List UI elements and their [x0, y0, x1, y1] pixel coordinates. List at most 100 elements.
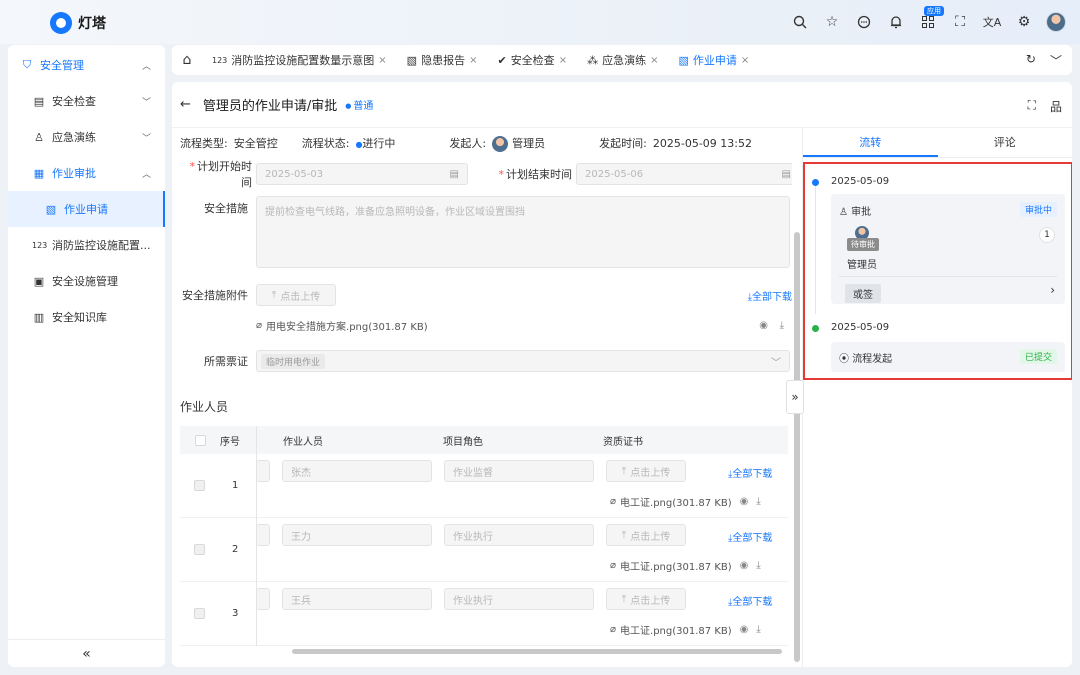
timeline-dot	[812, 179, 819, 186]
person-field[interactable]: 王兵	[282, 588, 432, 610]
back-arrow-icon[interactable]: ←	[180, 97, 191, 112]
workers-table: 序号 作业人员 项目角色 资质证书 1 张杰 作业监督 ⤒ 点击上传 ⤓全部下载 ⌀ 电工证.…	[180, 426, 788, 646]
tab-hazard-report[interactable]: ▧ 隐患报告 ×	[397, 45, 488, 75]
cert-upload-button[interactable]: ⤒ 点击上传	[606, 588, 686, 610]
person-field[interactable]: 王力	[282, 524, 432, 546]
expand-panel-button[interactable]: »	[786, 380, 804, 414]
preview-eye-icon[interactable]: ◉	[740, 560, 749, 571]
column-header-cert: 资质证书	[603, 436, 643, 448]
download-all-link[interactable]: ⤓全部下载	[728, 593, 772, 608]
ticket-label: 所需票证	[204, 355, 248, 368]
settings-gear-icon[interactable]: ⚙	[1014, 12, 1034, 32]
upload-button[interactable]: ⤒ 点击上传	[256, 284, 336, 306]
sidebar-item-work-approval[interactable]: ▦ 作业审批 ︿	[8, 155, 165, 191]
workers-section-title: 作业人员	[180, 400, 229, 414]
sidebar-item-fire-monitoring[interactable]: 123 消防监控设施配置...	[8, 227, 165, 263]
row-checkbox[interactable]	[194, 544, 205, 555]
select-all-checkbox[interactable]	[194, 434, 206, 446]
fullscreen-icon[interactable]: ⛶	[1028, 98, 1036, 115]
role-field[interactable]: 作业执行	[444, 588, 594, 610]
timeline-dot	[812, 325, 819, 332]
cert-file[interactable]: ⌀ 电工证.png(301.87 KB) ◉ ⤓	[610, 494, 761, 509]
tab-work-application[interactable]: ▧ 作业申请 ×	[668, 45, 759, 75]
initiate-node-card[interactable]: ⦿ 流程发起 已提交	[831, 342, 1065, 372]
timeline-date: 2025-05-09	[831, 176, 890, 187]
play-circle-icon: ⦿	[839, 354, 849, 365]
tab-comments[interactable]: 评论	[938, 128, 1073, 157]
sidebar-item-label: 安全检查	[52, 95, 96, 108]
preview-eye-icon[interactable]: ◉	[740, 496, 749, 507]
message-icon[interactable]	[854, 12, 874, 32]
download-icon[interactable]: ⤓	[780, 320, 784, 331]
translate-icon[interactable]: 文A	[982, 12, 1002, 32]
star-icon[interactable]: ☆	[822, 12, 842, 32]
sidebar-item-safety-check[interactable]: ▤ 安全检查 ﹀	[8, 83, 165, 119]
close-icon[interactable]: ×	[469, 55, 477, 66]
plan-end-field[interactable]: 2025-05-06 ▤	[576, 163, 792, 185]
download-all-link[interactable]: ⤓全部下载	[728, 529, 772, 544]
plan-start-field[interactable]: 2025-05-03 ▤	[256, 163, 468, 185]
tab-flow[interactable]: 流转	[803, 128, 938, 157]
download-icon[interactable]: ⤓	[756, 560, 760, 571]
table-header: 序号 作业人员 项目角色 资质证书	[180, 426, 788, 454]
person-field[interactable]: 张杰	[282, 460, 432, 482]
measures-textarea[interactable]: 提前检查电气线路，准备应急照明设备，作业区域设置围挡	[256, 196, 790, 268]
sidebar-item-emergency-drill[interactable]: ♙ 应急演练 ﹀	[8, 119, 165, 155]
sidebar-item-label: 安全设施管理	[52, 275, 118, 288]
app-logo[interactable]: 灯塔	[50, 12, 106, 34]
start-time-value: 2025-05-09 13:52	[652, 137, 752, 150]
close-icon[interactable]: ×	[378, 55, 386, 66]
ticket-select[interactable]: 临时用电作业 ﹀	[256, 350, 790, 372]
close-icon[interactable]: ×	[559, 55, 567, 66]
preview-eye-icon[interactable]: ◉	[759, 320, 768, 331]
cert-upload-button[interactable]: ⤒ 点击上传	[606, 524, 686, 546]
row-checkbox[interactable]	[194, 608, 205, 619]
sidebar-item-work-application[interactable]: ▧ 作业申请	[8, 191, 165, 227]
chevron-down-icon[interactable]: ﹀	[1050, 52, 1062, 69]
sidebar-collapse-button[interactable]: «	[8, 639, 165, 667]
flowchart-icon[interactable]: 品	[1050, 98, 1062, 115]
close-icon[interactable]: ×	[650, 55, 658, 66]
refresh-icon[interactable]: ↻	[1026, 52, 1036, 69]
approval-node-card[interactable]: ♙ 审批 审批中 待审批 1 管理员 或签 ›	[831, 194, 1065, 304]
tab-safety-check[interactable]: ✔ 安全检查 ×	[487, 45, 577, 75]
user-avatar[interactable]	[1046, 12, 1066, 32]
initiator-label: 发起人:	[449, 136, 487, 150]
initiator-value: 管理员	[512, 136, 546, 150]
home-icon[interactable]: ⌂	[172, 52, 202, 68]
sidebar-item-facility-management[interactable]: ▣ 安全设施管理	[8, 263, 165, 299]
top-bar: 灯塔 ☆ 应用 ⛶ 文A ⚙	[0, 0, 1080, 44]
fullscreen-icon[interactable]: ⛶	[950, 12, 970, 32]
flow-status-value: 进行中	[362, 137, 396, 150]
search-icon[interactable]	[790, 12, 810, 32]
download-icon[interactable]: ⤓	[756, 624, 760, 635]
download-all-link[interactable]: ⤓全部下载	[728, 465, 772, 480]
sidebar-item-knowledge-base[interactable]: ▥ 安全知识库	[8, 299, 165, 335]
vertical-scrollbar[interactable]	[794, 232, 800, 662]
download-all-link[interactable]: ⤓全部下载	[748, 288, 792, 303]
role-field[interactable]: 作业监督	[444, 460, 594, 482]
calendar-icon: ▤	[33, 94, 45, 108]
tab-fire-monitoring[interactable]: 123 消防监控设施配置数量示意图 ×	[202, 45, 397, 75]
horizontal-scrollbar[interactable]	[292, 649, 782, 654]
apps-icon[interactable]: 应用	[918, 6, 944, 32]
sidebar-item-safety-management[interactable]: ⛉ 安全管理 ︿	[8, 47, 165, 83]
preview-eye-icon[interactable]: ◉	[740, 624, 749, 635]
tab-emergency-drill[interactable]: ⁂ 应急演练 ×	[577, 45, 668, 75]
bell-icon[interactable]	[886, 12, 906, 32]
attachment-file[interactable]: ⌀ 用电安全措施方案.png(301.87 KB)	[256, 318, 428, 333]
cert-file[interactable]: ⌀ 电工证.png(301.87 KB) ◉ ⤓	[610, 622, 761, 637]
chevron-right-icon[interactable]: ›	[1050, 283, 1055, 297]
row-index: 2	[232, 544, 239, 555]
paperclip-icon: ⌀	[610, 624, 617, 635]
page-title: 管理员的作业申请/审批	[202, 99, 338, 114]
calendar-icon: ▤	[781, 168, 791, 180]
row-checkbox[interactable]	[194, 480, 205, 491]
cert-file[interactable]: ⌀ 电工证.png(301.87 KB) ◉ ⤓	[610, 558, 761, 573]
close-icon[interactable]: ×	[741, 55, 749, 66]
download-icon[interactable]: ⤓	[756, 496, 760, 507]
barcode-icon: ▥	[33, 310, 45, 324]
role-field[interactable]: 作业执行	[444, 524, 594, 546]
row-hidden-field	[256, 460, 270, 482]
cert-upload-button[interactable]: ⤒ 点击上传	[606, 460, 686, 482]
